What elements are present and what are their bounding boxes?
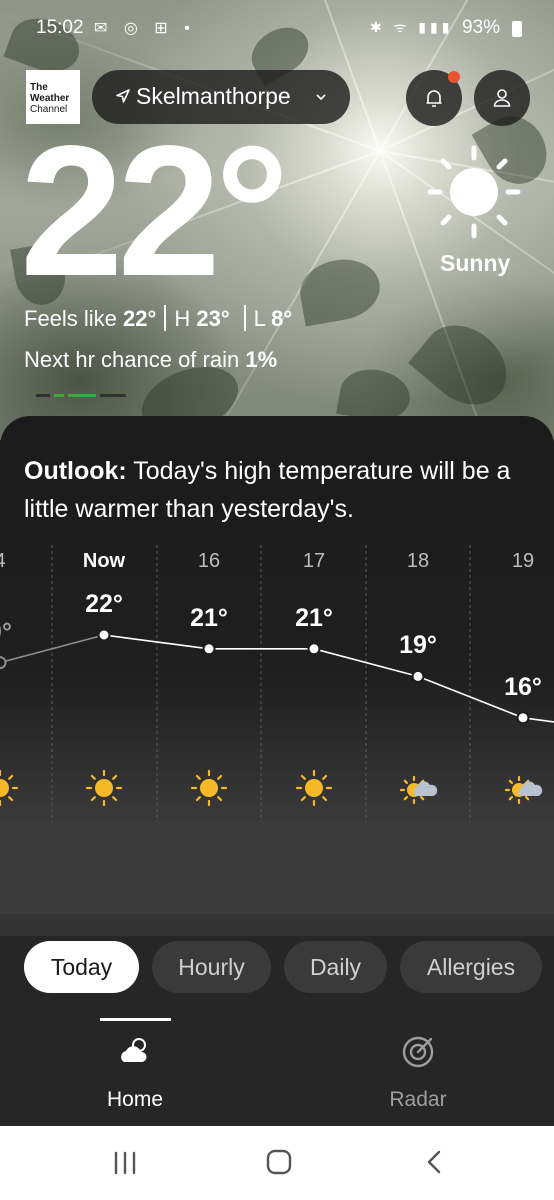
- current-temperature: 22°: [20, 108, 289, 315]
- temp-point[interactable]: [97, 628, 111, 642]
- temp-point[interactable]: [516, 711, 530, 725]
- user-icon: [493, 89, 511, 107]
- bell-icon: [426, 90, 442, 107]
- temp-point[interactable]: [0, 656, 7, 670]
- status-time: 15:02: [36, 17, 84, 38]
- rain-chance-label: Next hr chance of rain: [24, 347, 240, 372]
- low-value: 8°: [271, 306, 293, 331]
- sun-icon: [295, 769, 333, 807]
- hour-label: 18: [406, 550, 430, 572]
- nav-radar-label: Radar: [389, 1088, 447, 1111]
- partly-cloudy-icon: [399, 775, 438, 805]
- temp-point[interactable]: [202, 642, 216, 656]
- rain-chance-value: 1%: [245, 347, 278, 372]
- battery-level: 93%: [462, 17, 501, 38]
- status-bar: 15:02 ✉ ◎ ⊞ • ✱ ᯤ ▮▮▮ 93%: [0, 0, 554, 58]
- temp-value-label: 21°: [295, 603, 333, 632]
- hour-label: 17: [302, 550, 326, 572]
- temp-value-label: 19°: [399, 631, 437, 660]
- system-navigation-bar: [0, 1126, 554, 1200]
- sun-icon: [0, 769, 19, 807]
- cloud-sun-icon: [121, 1038, 147, 1062]
- navigation-arrow-icon: [116, 89, 130, 103]
- page-indicator: [36, 392, 126, 400]
- notification-icons: ✉ ◎ ⊞ •: [94, 20, 196, 37]
- low-label: L: [253, 306, 266, 331]
- hourly-temperature-chart[interactable]: [0, 545, 554, 825]
- sunny-icon: [427, 145, 521, 239]
- outlook-text: Outlook: Today's high temperature will b…: [24, 452, 534, 528]
- profile-button[interactable]: [474, 70, 530, 126]
- hour-label: Now: [82, 550, 126, 572]
- battery-icon: [512, 21, 522, 37]
- temp-value-label: 22°: [85, 590, 123, 618]
- recent-apps-icon[interactable]: [112, 1150, 138, 1176]
- card-lower-band: [0, 822, 554, 914]
- tab-today[interactable]: Today: [24, 941, 139, 993]
- partly-cloudy-icon: [504, 775, 543, 805]
- hour-label: 16: [197, 550, 221, 572]
- logo-line-1: The: [30, 82, 48, 93]
- sun-icon: [190, 769, 228, 807]
- radar-icon: [402, 1036, 434, 1068]
- location-name: Skelmanthorpe: [136, 83, 291, 109]
- temp-value-label: 16°: [504, 672, 542, 701]
- connectivity-icons: ✱ ᯤ ▮▮▮: [370, 19, 454, 35]
- temp-value-label: 0°: [0, 617, 12, 646]
- outlook-label: Outlook:: [24, 457, 127, 485]
- condition-text: Sunny: [440, 250, 511, 276]
- temp-point[interactable]: [307, 642, 321, 656]
- logo-line-2: Weather: [30, 93, 70, 104]
- high-value: 23°: [196, 306, 230, 331]
- home-system-icon[interactable]: [266, 1149, 292, 1175]
- feels-like-row: Feels like 22° H 23° L 8°: [24, 305, 292, 332]
- tab-hourly[interactable]: Hourly: [152, 941, 271, 993]
- hour-label: 19: [511, 550, 535, 572]
- chevron-down-icon: [316, 94, 326, 101]
- notification-badge: [448, 71, 460, 83]
- tab-allergies[interactable]: Allergies: [400, 941, 542, 993]
- hour-label: 4: [0, 550, 40, 573]
- high-label: H: [174, 306, 191, 331]
- nav-home-label: Home: [106, 1088, 164, 1111]
- sun-icon: [85, 769, 123, 807]
- temp-point[interactable]: [411, 669, 425, 683]
- tab-daily[interactable]: Daily: [284, 941, 387, 993]
- feels-like-value: 22°: [123, 306, 157, 331]
- feels-like-label: Feels like: [24, 306, 117, 331]
- temp-value-label: 21°: [190, 603, 228, 632]
- back-icon[interactable]: [424, 1149, 444, 1175]
- home-active-indicator: [100, 1018, 171, 1021]
- rain-chance-row: Next hr chance of rain 1%: [24, 347, 277, 373]
